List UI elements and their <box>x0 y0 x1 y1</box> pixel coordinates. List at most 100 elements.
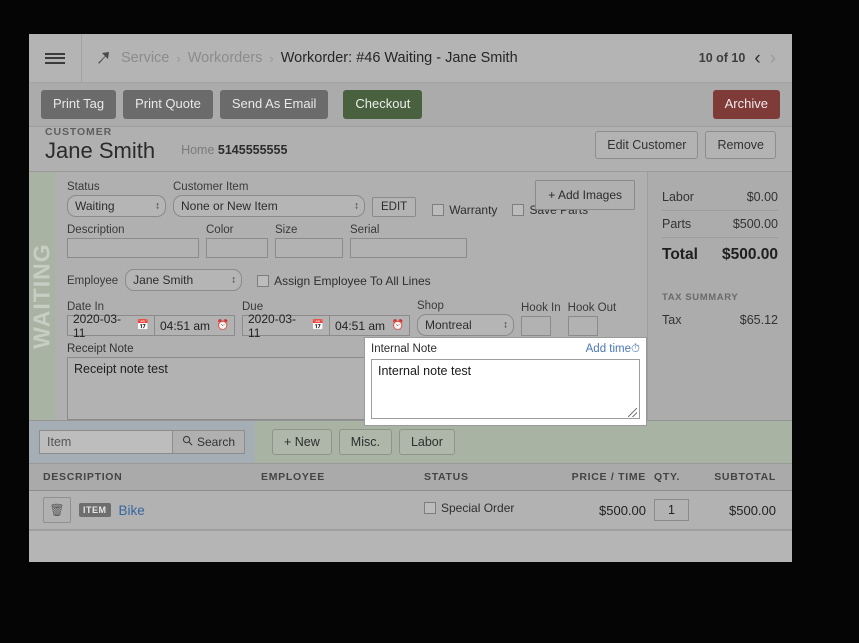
new-line-button[interactable]: + New <box>272 429 332 455</box>
top-bar: Service › Workorders › Workorder: #46 Wa… <box>29 34 792 83</box>
item-search-button[interactable]: Search <box>171 430 245 454</box>
breadcrumb-service[interactable]: Service <box>121 50 169 66</box>
employee-select[interactable]: Jane Smith <box>125 269 243 291</box>
receipt-note-value: Receipt note test <box>74 362 168 376</box>
column-header-status: STATUS <box>424 471 469 483</box>
row-qty-cell: 1 <box>646 499 701 521</box>
hamburger-icon[interactable] <box>29 34 82 82</box>
size-label: Size <box>275 224 298 236</box>
hook-in-field: Hook In <box>521 302 561 336</box>
serial-label: Serial <box>350 224 380 236</box>
employee-row: Employee Jane Smith Assign Employee To A… <box>67 269 637 291</box>
color-field: Color <box>206 224 268 258</box>
size-input[interactable] <box>275 238 343 258</box>
color-label: Color <box>206 224 234 236</box>
description-field: Description <box>67 224 199 258</box>
line-items-header: DESCRIPTION EMPLOYEE STATUS PRICE / TIME… <box>29 463 792 491</box>
phone-type-label: Home <box>181 143 215 157</box>
customer-item-select[interactable]: None or New Item <box>173 195 365 217</box>
special-order-checkbox-box[interactable] <box>424 502 436 514</box>
assign-all-checkbox-box[interactable] <box>257 275 270 287</box>
due-date-value: 2020-03-11 <box>248 311 297 340</box>
checkout-button[interactable]: Checkout <box>343 90 423 119</box>
resize-grip-icon[interactable] <box>628 408 637 417</box>
archive-button[interactable]: Archive <box>712 90 780 119</box>
status-select[interactable]: Waiting <box>67 195 166 217</box>
customer-name: Jane Smith <box>45 137 156 163</box>
edit-item-button[interactable]: EDIT <box>372 197 417 217</box>
due-time-input[interactable]: 04:51 am ⏰ <box>330 315 410 336</box>
magnifier-icon <box>182 435 193 449</box>
status-strip-text: WAITING <box>29 243 55 349</box>
serial-input[interactable] <box>350 238 467 258</box>
hook-out-input[interactable] <box>567 316 598 336</box>
tax-line: Tax $65.12 <box>662 307 778 333</box>
customer-item-label: Customer Item <box>173 181 249 193</box>
hook-in-label: Hook In <box>521 302 561 314</box>
save-parts-checkbox-box[interactable] <box>512 204 525 216</box>
wrench-icon <box>96 50 112 66</box>
hook-in-input[interactable] <box>521 316 551 336</box>
edit-customer-button[interactable]: Edit Customer <box>595 131 699 159</box>
row-item-link[interactable]: Bike <box>119 503 145 518</box>
column-header-employee: EMPLOYEE <box>261 471 325 483</box>
labor-line-button[interactable]: Labor <box>398 429 455 455</box>
date-in-input[interactable]: 2020-03-11 📅 <box>67 312 155 340</box>
time-in-input[interactable]: 04:51 am ⏰ <box>155 315 235 336</box>
table-row[interactable]: 🗑 ITEM Bike Special Order $500.00 1 $500… <box>29 491 792 530</box>
shop-select[interactable]: Montreal <box>417 314 514 336</box>
status-field: Status Waiting <box>67 181 166 217</box>
shop-label: Shop <box>417 300 444 312</box>
print-tag-button[interactable]: Print Tag <box>41 90 117 119</box>
print-quote-button[interactable]: Print Quote <box>123 90 213 119</box>
row-status-cell: Special Order <box>424 501 549 519</box>
breadcrumb-workorders[interactable]: Workorders <box>188 50 263 66</box>
time-in-value: 04:51 am <box>160 318 211 333</box>
total-value: $500.00 <box>721 246 778 263</box>
row-description-cell: 🗑 ITEM Bike <box>29 497 261 523</box>
color-input[interactable] <box>206 238 268 258</box>
send-as-email-button[interactable]: Send As Email <box>219 90 329 119</box>
add-images-button[interactable]: + Add Images <box>535 180 635 210</box>
calendar-icon[interactable]: 📅 <box>312 320 324 331</box>
breadcrumb-separator: › <box>269 50 274 66</box>
item-search-input[interactable]: Item <box>39 430 172 454</box>
item-search-button-label: Search <box>196 435 235 449</box>
assign-all-checkbox[interactable]: Assign Employee To All Lines <box>257 274 431 288</box>
internal-note-header: Internal Note Add time⏱ <box>371 343 640 356</box>
remove-customer-button[interactable]: Remove <box>705 131 776 159</box>
total-label: Total <box>662 246 698 263</box>
description-input[interactable] <box>67 238 199 258</box>
trash-icon[interactable]: 🗑 <box>43 497 71 523</box>
tax-value: $65.12 <box>739 313 778 327</box>
warranty-checkbox[interactable]: Warranty <box>432 203 497 217</box>
calendar-icon[interactable]: 📅 <box>137 320 149 331</box>
parts-label: Parts <box>662 217 692 231</box>
breadcrumb-current: Workorder: #46 Waiting - Jane Smith <box>280 50 518 66</box>
clock-icon[interactable]: ⏰ <box>217 320 229 331</box>
column-header-price: PRICE / TIME <box>571 471 646 483</box>
clock-icon[interactable]: ⏰ <box>392 320 404 331</box>
breadcrumb: Service › Workorders › Workorder: #46 Wa… <box>82 50 518 66</box>
pager-count: 10 of 10 <box>698 51 746 65</box>
assign-all-label: Assign Employee To All Lines <box>274 274 431 288</box>
totals-panel: Labor $0.00 Parts $500.00 Total $500.00 … <box>647 172 792 420</box>
row-qty-input[interactable]: 1 <box>654 499 689 521</box>
add-time-link[interactable]: Add time⏱ <box>586 343 640 356</box>
due-date-input[interactable]: 2020-03-11 📅 <box>242 312 330 340</box>
action-bar: Print Tag Print Quote Send As Email Chec… <box>29 83 792 127</box>
misc-line-button[interactable]: Misc. <box>338 429 392 455</box>
parts-value: $500.00 <box>732 217 778 231</box>
record-pager: 10 of 10 ‹ › <box>699 49 792 68</box>
pager-next-icon[interactable]: › <box>770 49 776 68</box>
hook-out-field: Hook Out <box>567 302 616 336</box>
pager-prev-icon[interactable]: ‹ <box>754 49 760 68</box>
column-header-subtotal: SUBTOTAL <box>714 471 776 483</box>
special-order-checkbox[interactable]: Special Order <box>424 501 514 515</box>
warranty-checkbox-box[interactable] <box>432 204 445 216</box>
size-field: Size <box>275 224 343 258</box>
labor-label: Labor <box>662 190 694 204</box>
internal-note-textarea[interactable]: Internal note test <box>371 359 640 419</box>
row-price-cell: $500.00 <box>599 502 646 518</box>
row-type-tag: ITEM <box>79 503 111 517</box>
